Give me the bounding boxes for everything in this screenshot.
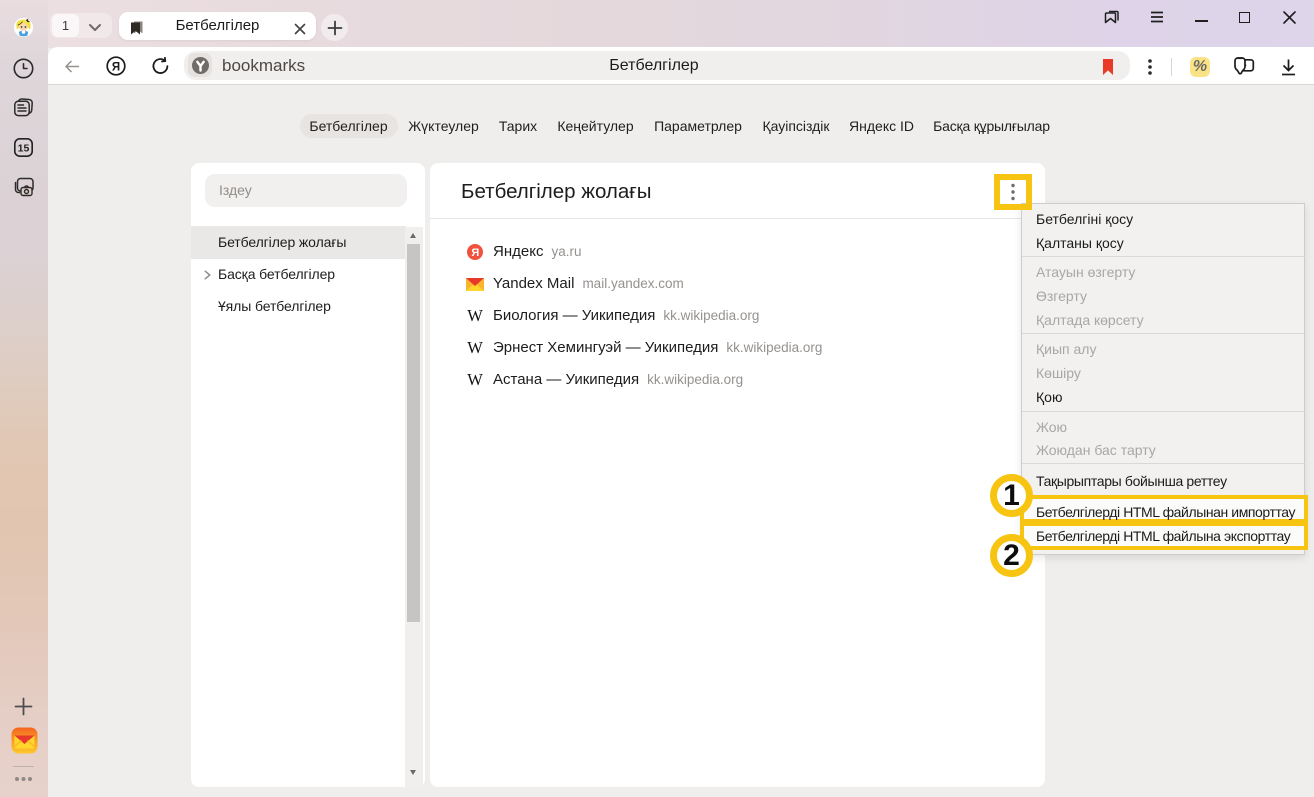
svg-text:Я: Я bbox=[112, 61, 120, 73]
svg-text:15: 15 bbox=[18, 143, 30, 155]
svg-text:Я: Я bbox=[471, 247, 479, 259]
